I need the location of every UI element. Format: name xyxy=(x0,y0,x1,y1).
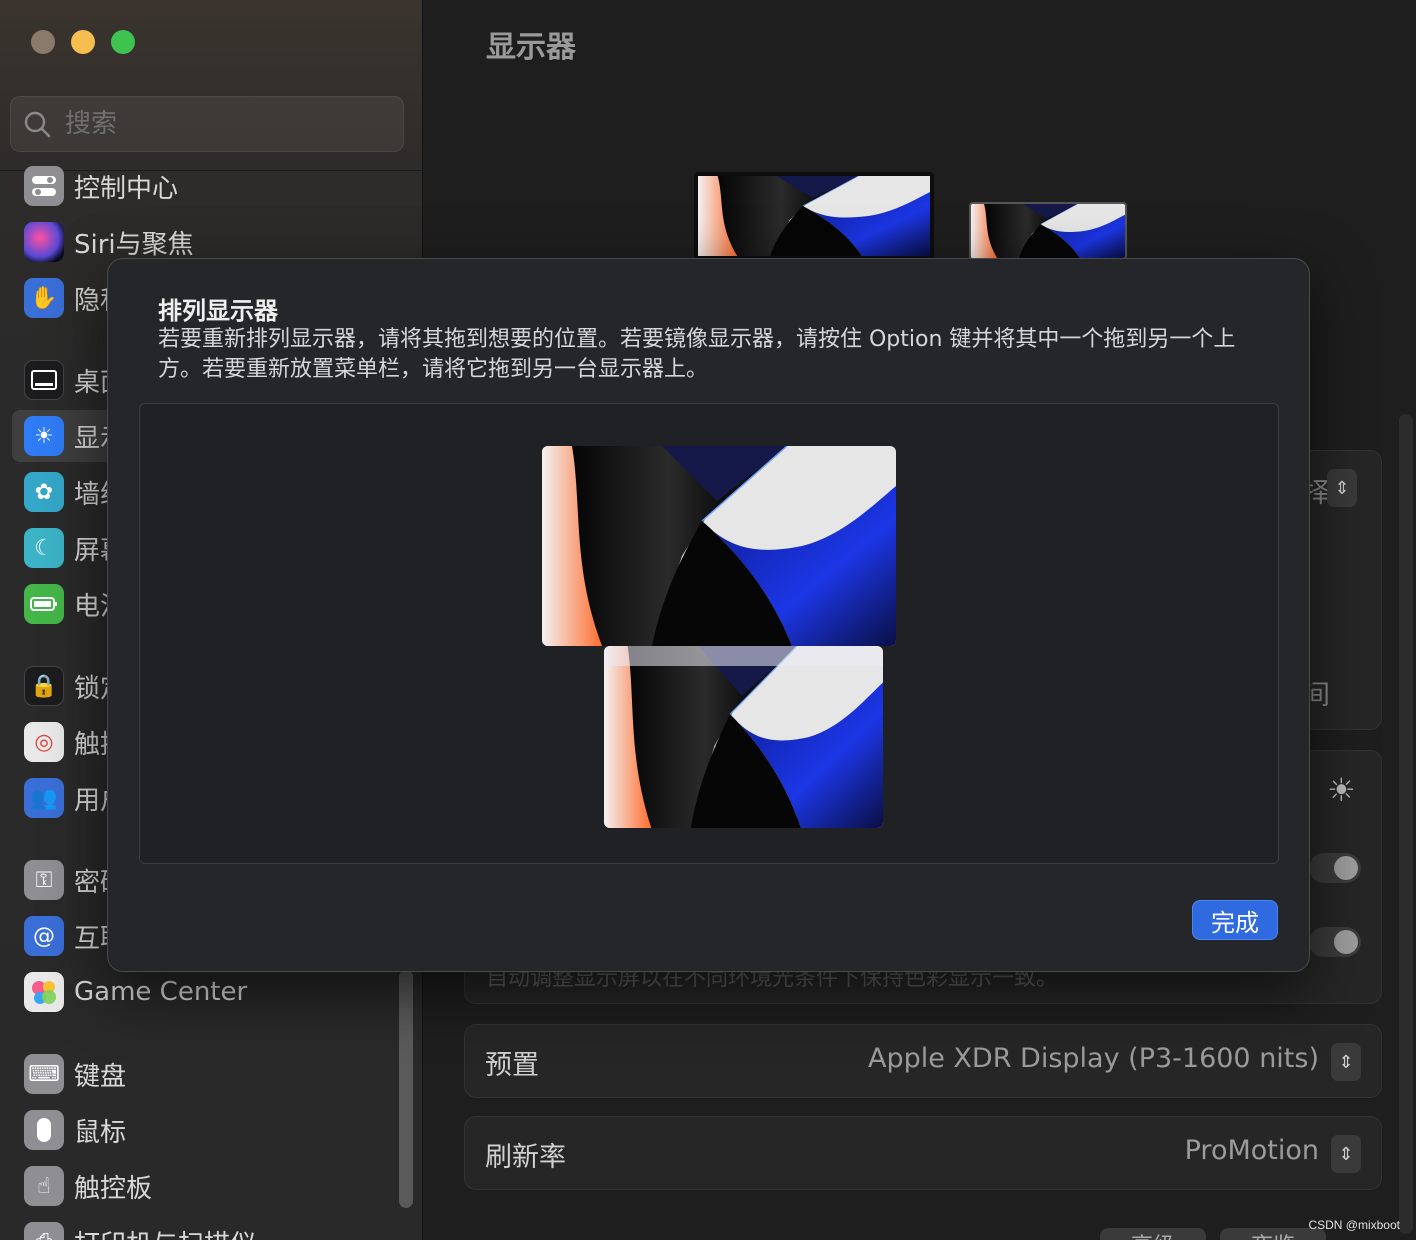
sidebar-item-label: 打印机与扫描仪 xyxy=(74,1224,256,1240)
fingerprint-icon: ◎ xyxy=(24,722,64,762)
preset-row[interactable]: 预置 Apple XDR Display (P3-1600 nits) ⇕ xyxy=(464,1024,1382,1098)
sidebar-item-label: 鼠标 xyxy=(74,1117,127,1148)
at-icon: @ xyxy=(24,916,64,956)
display-thumbnail-secondary[interactable] xyxy=(969,202,1127,260)
users-icon: 👥 xyxy=(24,778,64,818)
battery-icon xyxy=(24,584,64,624)
maximize-button[interactable] xyxy=(111,30,135,54)
printer-icon: ⎙ xyxy=(24,1222,64,1240)
lock-icon: 🔒 xyxy=(24,666,64,706)
siri-icon xyxy=(24,222,64,262)
auto-brightness-toggle[interactable] xyxy=(1309,853,1361,883)
display-1[interactable] xyxy=(542,446,896,646)
sidebar-item-label: 触控板 xyxy=(74,1173,153,1204)
keyboard-icon: ⌨ xyxy=(24,1054,64,1094)
trackpad-icon: ☝ xyxy=(24,1166,64,1206)
mouse-icon xyxy=(24,1110,64,1150)
sidebar-item-label: 控制中心 xyxy=(74,173,179,204)
resolution-stepper[interactable]: ⇕ xyxy=(1327,469,1357,507)
refresh-rate-value: ProMotion xyxy=(1184,1135,1319,1166)
refresh-rate-row[interactable]: 刷新率 ProMotion ⇕ xyxy=(464,1116,1382,1190)
key-icon: ⚿ xyxy=(24,860,64,900)
preset-value: Apple XDR Display (P3-1600 nits) xyxy=(867,1043,1319,1074)
sidebar-item-mouse[interactable]: 鼠标 xyxy=(12,1104,410,1156)
arrange-displays-sheet: 排列显示器 若要重新排列显示器，请将其拖到想要的位置。若要镜像显示器，请按住 O… xyxy=(107,258,1310,972)
dock-icon xyxy=(24,360,64,400)
preset-label: 预置 xyxy=(485,1050,539,1081)
sidebar-scrollbar[interactable] xyxy=(399,970,413,1208)
sidebar-item-game-center[interactable]: Game Center xyxy=(12,966,410,1018)
sidebar-item-trackpad[interactable]: ☝ 触控板 xyxy=(12,1160,410,1212)
minimize-button[interactable] xyxy=(71,30,95,54)
main-scrollbar[interactable] xyxy=(1399,414,1413,1234)
preset-stepper[interactable]: ⇕ xyxy=(1331,1043,1361,1081)
sheet-description: 若要重新排列显示器，请将其拖到想要的位置。若要镜像显示器，请按住 Option … xyxy=(158,327,1236,382)
game-center-icon xyxy=(24,972,64,1012)
close-button[interactable] xyxy=(31,30,55,54)
advanced-button[interactable]: 高级 xyxy=(1100,1228,1206,1240)
window-controls xyxy=(31,30,135,54)
flower-icon: ✿ xyxy=(24,472,64,512)
refresh-rate-label: 刷新率 xyxy=(485,1142,566,1173)
sidebar-item-label: Siri与聚焦 xyxy=(74,229,194,260)
menu-bar-indicator[interactable] xyxy=(604,646,883,666)
toggles-icon xyxy=(24,166,64,206)
sidebar-item-label: Game Center xyxy=(74,977,248,1007)
display-thumbnail-main[interactable] xyxy=(694,172,934,260)
done-button[interactable]: 完成 xyxy=(1192,900,1278,940)
hand-icon: ✋ xyxy=(24,278,64,318)
search-icon xyxy=(23,110,51,138)
sidebar-item-label: 键盘 xyxy=(74,1061,127,1092)
refresh-rate-stepper[interactable]: ⇕ xyxy=(1331,1135,1361,1173)
display-2[interactable] xyxy=(604,646,883,828)
screensaver-icon: ☾ xyxy=(24,528,64,568)
sheet-title: 排列显示器 xyxy=(158,297,278,325)
watermark: CSDN @mixboot xyxy=(1308,1218,1400,1232)
sun-icon: ☀ xyxy=(24,416,64,456)
search-field[interactable] xyxy=(10,96,404,152)
display-arrangement-area xyxy=(139,403,1279,864)
brightness-sun-icon: ☀ xyxy=(1327,771,1356,809)
sidebar-item-printers[interactable]: ⎙ 打印机与扫描仪 xyxy=(12,1216,410,1240)
true-tone-toggle[interactable] xyxy=(1309,927,1361,957)
search-input[interactable] xyxy=(65,109,365,139)
sidebar-item-control-center[interactable]: 控制中心 xyxy=(12,160,410,212)
sidebar-item-keyboard[interactable]: ⌨ 键盘 xyxy=(12,1048,410,1100)
page-title: 显示器 xyxy=(486,30,576,65)
